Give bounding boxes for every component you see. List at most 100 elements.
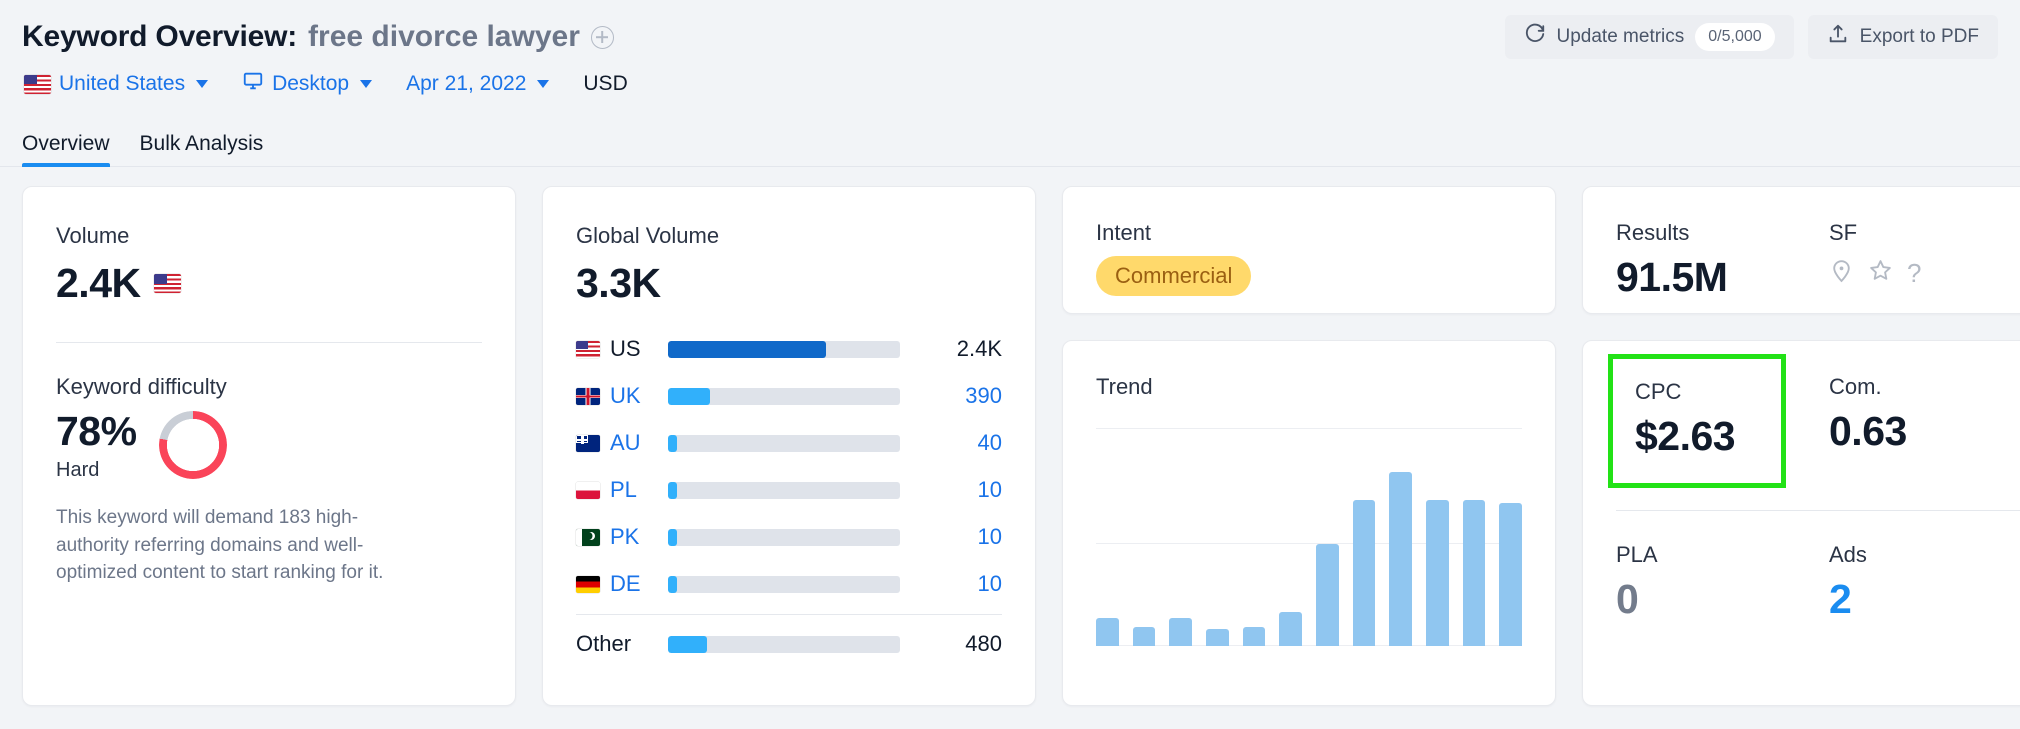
results-cpc-column: Results 91.5M SF ? CPC $2.63 Com. 0.63 P…: [1582, 186, 2020, 706]
country-code[interactable]: PL: [610, 477, 637, 503]
global-volume-card: Global Volume 3.3K US 2.4K UK 390 AU 40 PL 10 PK…: [542, 186, 1036, 706]
list-divider: [576, 613, 1002, 615]
country-volume-bar: [668, 434, 678, 452]
trend-bar[interactable]: [1169, 618, 1193, 647]
trend-bar[interactable]: [1279, 611, 1303, 647]
us-flag-icon: [24, 74, 51, 94]
country-code: US: [610, 336, 641, 362]
update-metrics-button[interactable]: Update metrics 0/5,000: [1504, 15, 1794, 59]
trend-label: Trend: [1096, 374, 1153, 399]
cpc-value: $2.63: [1635, 413, 1736, 460]
tab-bulk-analysis[interactable]: Bulk Analysis: [140, 132, 264, 166]
country-code[interactable]: PK: [610, 524, 639, 550]
country-code[interactable]: UK: [610, 383, 641, 409]
country-code[interactable]: AU: [610, 430, 641, 456]
pla-metric: PLA 0: [1616, 542, 1829, 624]
country-volume-bar: [668, 635, 708, 653]
pla-label: PLA: [1616, 541, 1658, 567]
country-filter-label: United States: [59, 72, 186, 95]
country-name: AU: [576, 430, 668, 456]
chevron-down-icon: [537, 80, 550, 88]
country-volume-value[interactable]: 390: [918, 383, 1002, 409]
trend-bar[interactable]: [1096, 618, 1119, 647]
trend-card: Trend: [1062, 340, 1556, 706]
ads-value[interactable]: 2: [1829, 576, 2020, 623]
country-code[interactable]: DE: [610, 571, 641, 597]
global-volume-label: Global Volume: [576, 223, 720, 248]
trend-bar[interactable]: [1316, 543, 1339, 647]
com-value: 0.63: [1829, 408, 1907, 455]
country-volume-bar-track: [668, 635, 900, 653]
sf-label: SF: [1829, 220, 1858, 245]
intent-label: Intent: [1096, 220, 1152, 245]
keyword-overview-page: Keyword Overview: free divorce lawyer Up…: [0, 0, 2020, 729]
metrics-grid: Volume 2.4K Keyword difficulty 78% Hard …: [0, 167, 2020, 706]
trend-bars: [1096, 428, 1523, 647]
keyword-difficulty-description: This keyword will demand 183 high-author…: [56, 507, 384, 584]
export-to-pdf-button[interactable]: Export to PDF: [1807, 15, 1998, 59]
country-volume-value: 2.4K: [956, 336, 1002, 362]
uk-flag-icon: [576, 387, 600, 405]
keyword-difficulty-rating: Hard: [56, 459, 100, 482]
country-volume-value[interactable]: 10: [918, 571, 1002, 597]
country-volume-bar-track: [668, 387, 900, 405]
country-volume-bar-track: [668, 528, 900, 546]
country-name: PL: [576, 477, 668, 503]
com-label: Com.: [1829, 374, 1882, 399]
chevron-down-icon: [360, 80, 373, 88]
refresh-icon: [1524, 23, 1546, 51]
country-volume-value[interactable]: 10: [918, 524, 1002, 550]
intent-badge[interactable]: Commercial: [1096, 256, 1252, 297]
volume-value: 2.4K: [56, 260, 141, 307]
pk-flag-icon: [576, 528, 600, 546]
country-volume-bar: [668, 575, 678, 593]
star-icon[interactable]: [1868, 258, 1893, 288]
tab-overview[interactable]: Overview: [22, 132, 110, 167]
ads-metric: Ads 2: [1829, 542, 2020, 624]
plus-circle-icon[interactable]: [590, 25, 614, 49]
volume-card: Volume 2.4K Keyword difficulty 78% Hard …: [22, 186, 516, 706]
tab-bar: Overview Bulk Analysis: [0, 120, 2020, 167]
trend-bar[interactable]: [1352, 500, 1376, 647]
country-name: PK: [576, 524, 668, 550]
date-filter[interactable]: Apr 21, 2022: [406, 72, 550, 96]
question-mark-icon[interactable]: ?: [1907, 260, 1921, 286]
update-metrics-count: 0/5,000: [1695, 23, 1775, 51]
map-pin-icon[interactable]: [1829, 258, 1854, 288]
ads-label: Ads: [1829, 541, 1867, 567]
country-volume-value[interactable]: 10: [918, 477, 1002, 503]
cpc-highlight-box: CPC $2.63: [1608, 354, 1786, 488]
trend-bar[interactable]: [1389, 472, 1413, 647]
results-card: Results 91.5M SF ?: [1582, 186, 2020, 314]
country-filter[interactable]: United States: [24, 72, 209, 96]
filter-bar: United States Desktop Apr 21, 2022 USD: [22, 64, 1998, 104]
trend-bar[interactable]: [1242, 626, 1266, 647]
country-volume-bar-track: [668, 340, 900, 358]
de-flag-icon: [576, 575, 600, 593]
trend-bar[interactable]: [1462, 500, 1486, 647]
country-name: DE: [576, 571, 668, 597]
trend-bar[interactable]: [1499, 502, 1523, 647]
country-volume-bar: [668, 528, 678, 546]
keyword-difficulty-label: Keyword difficulty: [56, 373, 227, 399]
results-label: Results: [1616, 220, 1690, 245]
country-volume-list: US 2.4K UK 390 AU 40 PL 10 PK 10 DE 10 Other 480: [576, 326, 1002, 668]
country-volume-value: 480: [965, 631, 1002, 657]
currency-value: USD: [583, 72, 628, 95]
trend-bar[interactable]: [1426, 500, 1449, 647]
country-volume-value[interactable]: 40: [918, 430, 1002, 456]
trend-bar[interactable]: [1206, 628, 1229, 647]
cpc-label: CPC: [1635, 379, 1682, 404]
keyword-difficulty-value: 78%: [56, 407, 137, 454]
country-name: US: [576, 336, 668, 362]
country-volume-row: Other 480: [576, 621, 1002, 668]
trend-bar[interactable]: [1132, 626, 1156, 647]
country-volume-row: UK 390: [576, 373, 1002, 420]
country-volume-bar: [668, 387, 710, 405]
device-filter[interactable]: Desktop: [242, 70, 373, 98]
com-metric: Com. 0.63: [1829, 341, 2020, 488]
country-code: Other: [576, 631, 632, 657]
keyword-text: free divorce lawyer: [308, 20, 580, 53]
country-volume-row: DE 10: [576, 561, 1002, 608]
title-row: Keyword Overview: free divorce lawyer Up…: [22, 14, 1998, 60]
